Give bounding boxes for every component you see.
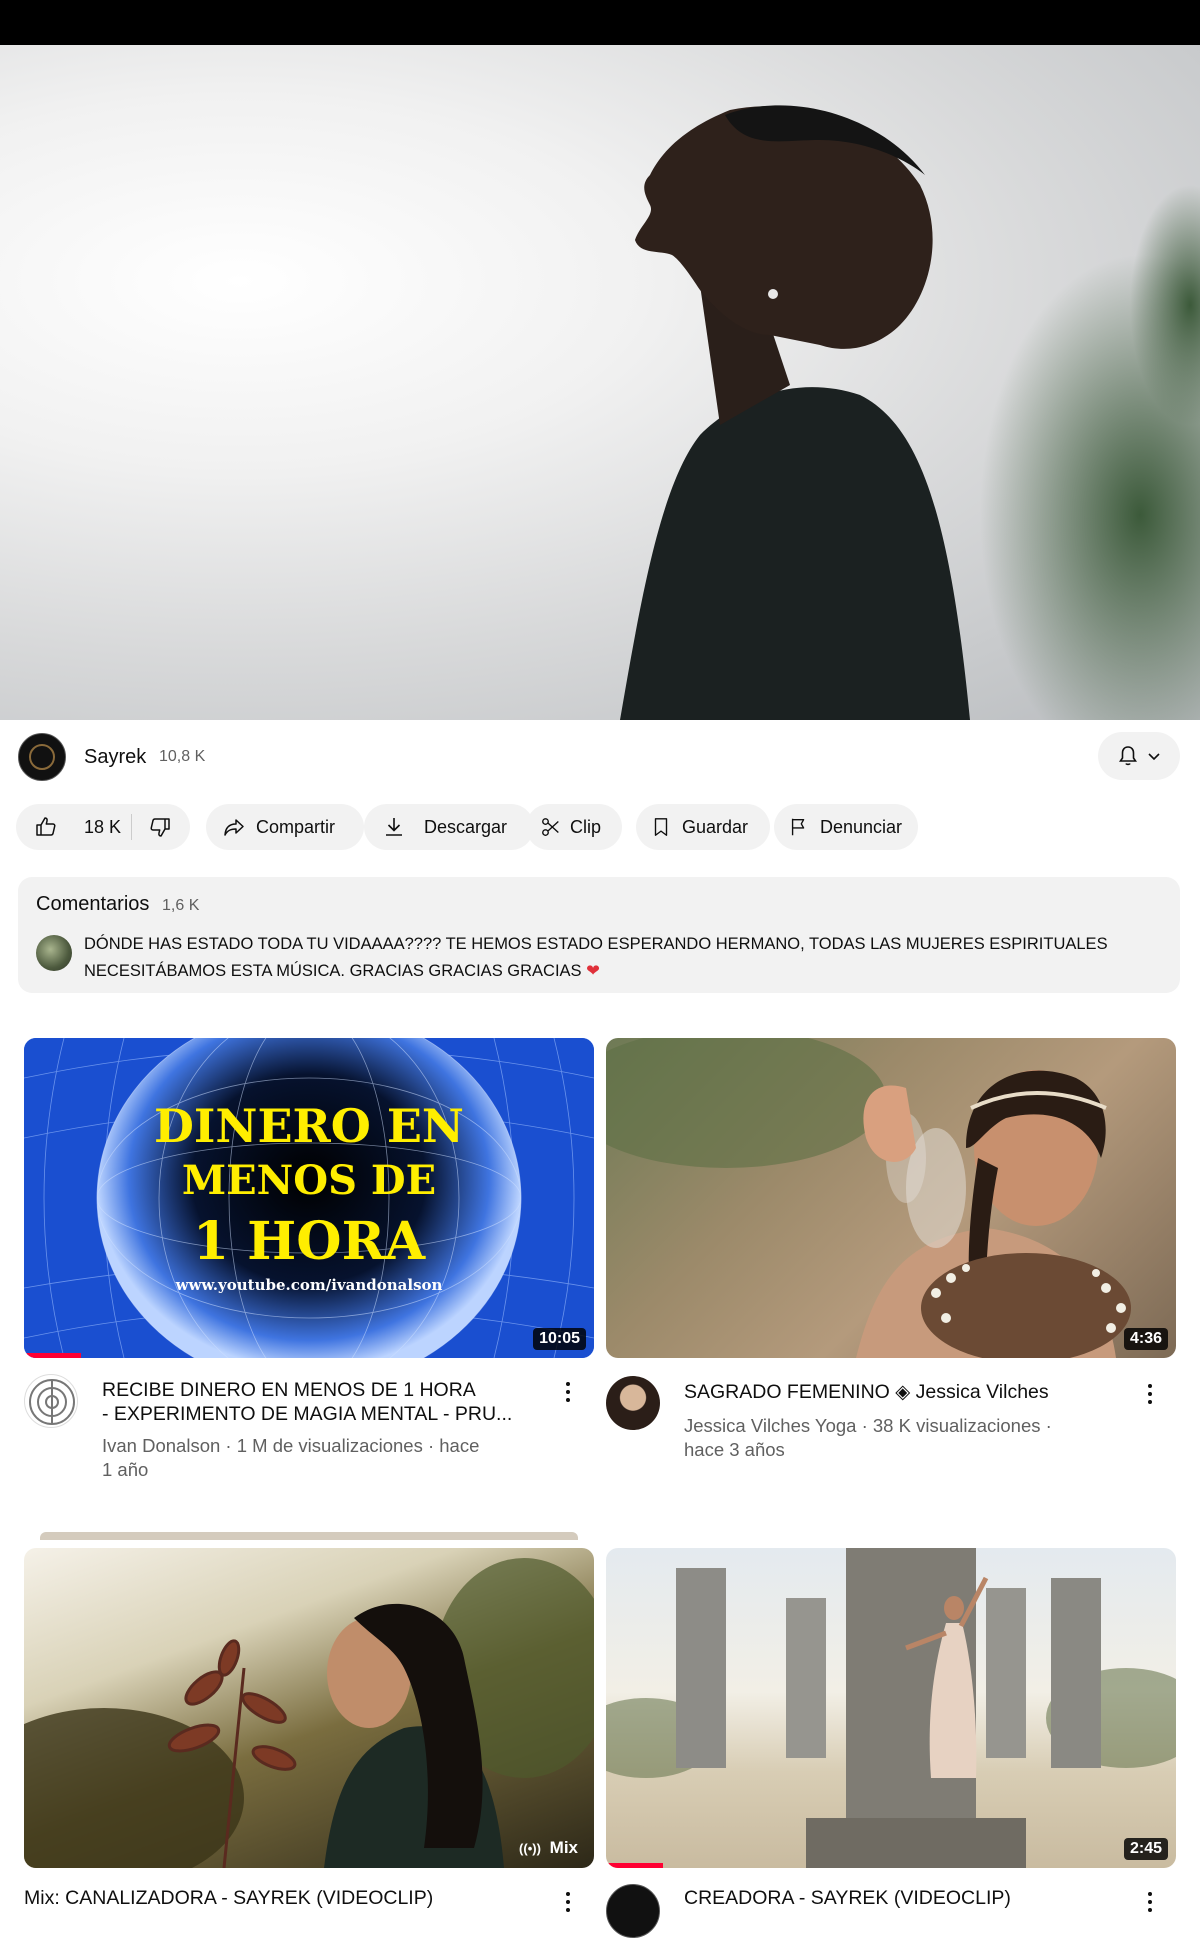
channel-avatar[interactable] bbox=[24, 1374, 78, 1428]
video-title-line-1: CREADORA - SAYREK (VIDEOCLIP) bbox=[684, 1887, 1011, 1909]
channel-name[interactable]: Sayrek bbox=[84, 746, 146, 769]
download-button[interactable]: Descargar bbox=[364, 804, 534, 850]
save-label: Guardar bbox=[682, 816, 749, 837]
clip-button[interactable]: Clip bbox=[526, 804, 622, 850]
flag-icon bbox=[791, 818, 805, 836]
channel-avatar[interactable] bbox=[606, 1884, 660, 1938]
comments-panel[interactable]: Comentarios 1,6 K DÓNDE HAS ESTADO TODA … bbox=[18, 877, 1180, 993]
share-label: Compartir bbox=[256, 816, 336, 837]
video-meta-line-2: hace 3 años bbox=[684, 1439, 785, 1460]
watch-progress bbox=[606, 1863, 663, 1868]
video-meta: Ivan Donalson · 1 M de visualizaciones ·… bbox=[102, 1434, 542, 1482]
video-title[interactable]: SAGRADO FEMENINO ◈ Jessica Vilches bbox=[684, 1380, 1124, 1404]
video-meta: Jessica Vilches Yoga · 38 K visualizacio… bbox=[684, 1414, 1124, 1462]
top-comment: DÓNDE HAS ESTADO TODA TU VIDAAAA???? TE … bbox=[84, 931, 1144, 985]
broadcast-icon: ((•)) bbox=[519, 1841, 541, 1856]
comments-title: Comentarios bbox=[36, 893, 150, 915]
thumb-line-2: MENOS DE bbox=[181, 1157, 437, 1204]
more-options-button[interactable] bbox=[556, 1378, 580, 1410]
video-player[interactable] bbox=[0, 45, 1200, 720]
video-meta-line-1: Ivan Donalson · 1 M de visualizaciones ·… bbox=[102, 1435, 480, 1456]
clip-label: Clip bbox=[570, 816, 602, 837]
video-thumbnail[interactable]: ((•)) Mix bbox=[24, 1548, 594, 1868]
video-title-line-1: Mix: CANALIZADORA - SAYREK (VIDEOCLIP) bbox=[24, 1887, 434, 1909]
mix-card[interactable]: ((•)) Mix Mix: CANALIZADORA - SAYREK (VI… bbox=[24, 1532, 594, 1920]
comments-count: 1,6 K bbox=[162, 897, 200, 914]
channel-row: Sayrek 10,8 K bbox=[0, 720, 1200, 798]
chevron-down-icon bbox=[1148, 753, 1160, 761]
report-label: Denunciar bbox=[820, 816, 903, 837]
like-button[interactable]: 18 K bbox=[34, 815, 121, 839]
bookmark-icon bbox=[654, 818, 668, 836]
woman-with-plant-thumbnail bbox=[24, 1558, 594, 1868]
save-button[interactable]: Guardar bbox=[636, 804, 770, 850]
watch-progress bbox=[24, 1353, 81, 1358]
video-card[interactable]: 4:36 SAGRADO FEMENINO ◈ Jessica Vilches … bbox=[606, 1038, 1176, 1498]
video-card[interactable]: 2:45 CREADORA - SAYREK (VIDEOCLIP) bbox=[606, 1548, 1176, 1938]
thumb-url: www.youtube.com/ivandonalson bbox=[175, 1276, 443, 1294]
video-meta-line-1: Jessica Vilches Yoga · 38 K visualizacio… bbox=[684, 1415, 1052, 1436]
download-icon bbox=[386, 818, 402, 836]
like-dislike-group: 18 K bbox=[16, 804, 190, 850]
download-label: Descargar bbox=[424, 816, 508, 837]
video-thumbnail[interactable]: DINERO EN MENOS DE 1 HORA www.youtube.co… bbox=[24, 1038, 594, 1358]
share-icon bbox=[224, 819, 244, 836]
subscriber-count: 10,8 K bbox=[159, 748, 206, 765]
scissors-icon bbox=[542, 818, 559, 836]
video-duration: 10:05 bbox=[533, 1328, 586, 1350]
notifications-button[interactable] bbox=[1098, 732, 1180, 780]
thumbs-up-icon bbox=[36, 817, 56, 836]
channel-avatar[interactable] bbox=[606, 1376, 660, 1430]
more-options-button[interactable] bbox=[1138, 1888, 1162, 1920]
dislike-button[interactable] bbox=[148, 815, 182, 844]
action-bar: 18 K Compartir Descargar Clip Guardar De… bbox=[16, 804, 1200, 854]
more-options-button[interactable] bbox=[556, 1888, 580, 1920]
video-duration: 2:45 bbox=[1123, 1838, 1168, 1860]
like-divider bbox=[131, 814, 132, 840]
video-title[interactable]: CREADORA - SAYREK (VIDEOCLIP) bbox=[684, 1886, 1124, 1910]
thumb-line-3: 1 HORA bbox=[192, 1211, 426, 1272]
bell-icon bbox=[1119, 746, 1137, 766]
stone-pillars-thumbnail bbox=[606, 1548, 1176, 1868]
video-title[interactable]: RECIBE DINERO EN MENOS DE 1 HORA - EXPER… bbox=[102, 1378, 532, 1426]
thumbs-down-icon bbox=[150, 818, 170, 837]
mix-label: Mix bbox=[549, 1838, 578, 1857]
share-button[interactable]: Compartir bbox=[206, 804, 364, 850]
report-button[interactable]: Denunciar bbox=[774, 804, 918, 850]
video-title-line-1: SAGRADO FEMENINO ◈ Jessica Vilches bbox=[684, 1381, 1049, 1403]
more-options-button[interactable] bbox=[1138, 1380, 1162, 1412]
video-duration: 4:36 bbox=[1123, 1328, 1168, 1350]
mix-stack-layer bbox=[40, 1532, 578, 1540]
video-frame bbox=[620, 105, 1200, 720]
status-bar bbox=[0, 0, 1200, 45]
thumb-line-1: DINERO EN bbox=[154, 1099, 464, 1153]
thumb-headline: DINERO EN MENOS DE 1 HORA www.youtube.co… bbox=[24, 1098, 594, 1294]
woman-with-smoke-thumbnail bbox=[606, 1038, 1131, 1358]
heart-emoji: ❤ bbox=[586, 962, 600, 980]
video-title[interactable]: Mix: CANALIZADORA - SAYREK (VIDEOCLIP) bbox=[24, 1886, 544, 1910]
ivan-donalson-logo-icon bbox=[29, 1379, 75, 1425]
mix-badge: ((•)) Mix bbox=[519, 1838, 578, 1858]
video-title-line-2: - EXPERIMENTO DE MAGIA MENTAL - PRU... bbox=[102, 1403, 513, 1425]
video-card[interactable]: DINERO EN MENOS DE 1 HORA www.youtube.co… bbox=[24, 1038, 594, 1498]
video-thumbnail[interactable]: 4:36 bbox=[606, 1038, 1176, 1358]
video-meta-line-2: 1 año bbox=[102, 1459, 149, 1480]
like-count: 18 K bbox=[84, 816, 122, 837]
video-title-line-1: RECIBE DINERO EN MENOS DE 1 HORA bbox=[102, 1379, 476, 1401]
video-thumbnail[interactable]: 2:45 bbox=[606, 1548, 1176, 1868]
commenter-avatar bbox=[36, 935, 72, 971]
channel-avatar[interactable] bbox=[18, 733, 66, 781]
